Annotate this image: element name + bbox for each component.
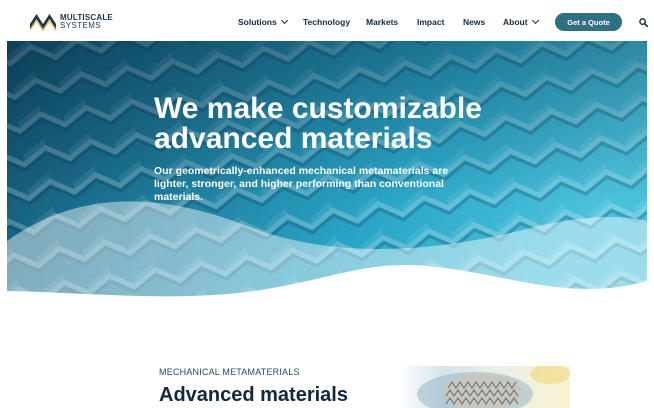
brand-logo[interactable]: MULTISCALE SYSTEMS (30, 13, 113, 31)
logo-text-line2: SYSTEMS (60, 21, 102, 30)
nav-item-label: Solutions (238, 17, 277, 27)
nav-item-label: Technology (303, 17, 351, 27)
nav-item-label: News (463, 17, 486, 27)
hero-title: We make customizable advanced materials (154, 92, 482, 155)
logo-mark-icon (30, 14, 56, 31)
nav-item-markets[interactable]: Markets (366, 17, 398, 27)
chevron-down-icon (280, 16, 288, 25)
chevron-down-icon (531, 16, 539, 25)
site-header: MULTISCALE SYSTEMS Solutions Technology … (0, 0, 654, 44)
section-title: Advanced materials (159, 384, 348, 406)
hero-banner: We make customizable advanced materials … (7, 41, 647, 311)
nav-item-solutions[interactable]: Solutions (238, 16, 288, 27)
search-icon[interactable] (639, 18, 648, 27)
nav-item-about[interactable]: About (503, 16, 539, 27)
hero-subtitle: Our geometrically-enhanced mechanical me… (154, 165, 449, 203)
nav-item-impact[interactable]: Impact (417, 17, 444, 27)
metamaterial-image (400, 366, 570, 408)
nav-item-news[interactable]: News (463, 17, 485, 27)
nav-item-label: About (503, 17, 528, 27)
nav-item-technology[interactable]: Technology (303, 17, 350, 27)
nav-item-label: Markets (366, 17, 399, 27)
nav-item-label: Impact (417, 17, 445, 27)
section-eyebrow: MECHANICAL METAMATERIALS (159, 367, 300, 377)
get-a-quote-button[interactable]: Get a Quote (555, 13, 622, 31)
